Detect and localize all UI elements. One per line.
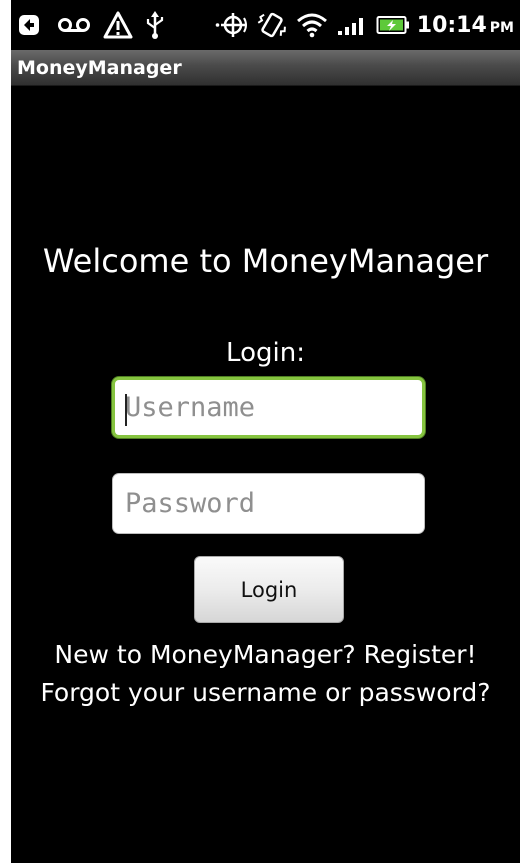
status-bar: 10:14 PM: [11, 0, 520, 50]
vibrate-icon: [256, 0, 288, 50]
back-notification-icon: [13, 0, 45, 50]
login-button[interactable]: Login: [194, 556, 344, 623]
clock-time: 10:14: [416, 12, 487, 38]
login-label: Login:: [226, 338, 305, 368]
phone-screen: 10:14 PM MoneyManager Welcome to MoneyMa…: [11, 0, 520, 863]
clock-ampm: PM: [489, 19, 514, 36]
app-title: MoneyManager: [17, 57, 182, 79]
signal-icon: [334, 0, 370, 50]
register-link[interactable]: New to MoneyManager? Register!: [11, 640, 520, 669]
wifi-icon: [294, 0, 330, 50]
warning-icon: [101, 0, 135, 50]
gps-icon: [213, 0, 253, 50]
title-bar: MoneyManager: [11, 50, 520, 86]
username-input[interactable]: [115, 380, 422, 435]
text-cursor: [125, 394, 127, 426]
clock: 10:14 PM: [417, 0, 514, 50]
battery-charging-icon: [375, 0, 411, 50]
password-field[interactable]: [112, 473, 425, 534]
username-field[interactable]: [112, 377, 425, 438]
usb-icon: [141, 0, 169, 50]
voicemail-icon: [53, 0, 95, 50]
welcome-heading: Welcome to MoneyManager: [42, 242, 489, 280]
device-frame: 10:14 PM MoneyManager Welcome to MoneyMa…: [0, 0, 526, 863]
password-input[interactable]: [113, 474, 424, 533]
forgot-credentials-link[interactable]: Forgot your username or password?: [11, 678, 520, 707]
